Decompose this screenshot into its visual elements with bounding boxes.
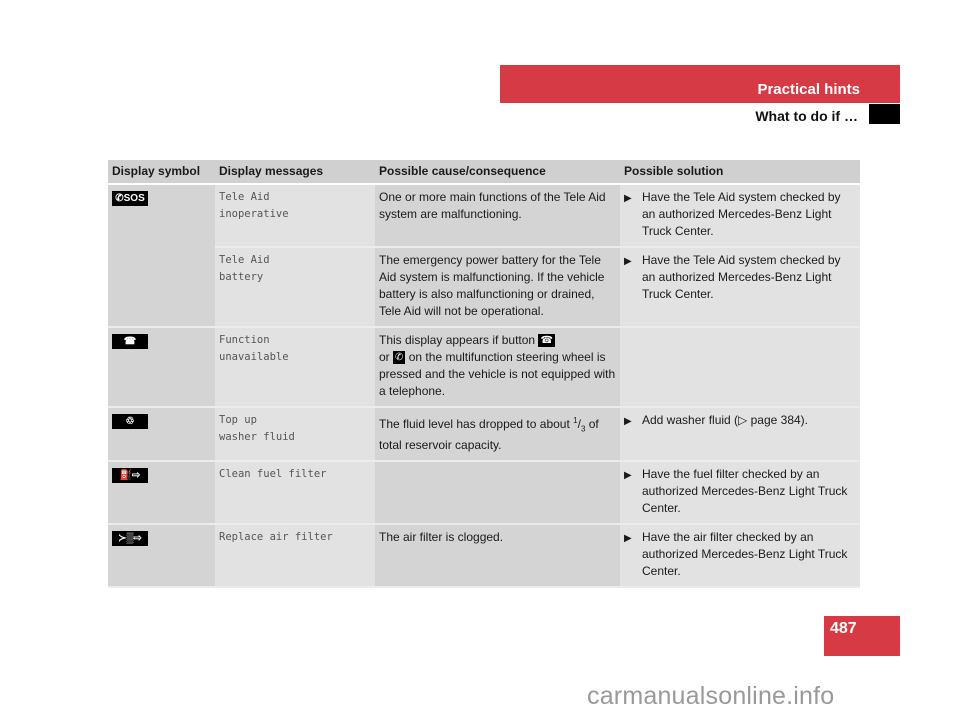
bullet-arrow-icon: ▶ [624, 533, 632, 545]
phone-hangup-icon: ☎ [112, 334, 148, 349]
cause-text-part: The fluid level has dropped to about [379, 417, 570, 431]
display-message: Clean fuel filter [219, 468, 327, 481]
display-message: Top up washer fluid [219, 414, 295, 443]
table-row: ♲ Top up washer fluid The fluid level ha… [108, 407, 860, 463]
table-row: Tele Aid battery The emergency power bat… [108, 247, 860, 328]
cause-text: This display appears if button ☎ or ✆ on… [375, 327, 620, 408]
solution-cell-empty [620, 327, 860, 408]
header-marker-block [869, 104, 900, 124]
column-header-symbol: Display symbol [108, 160, 215, 185]
bullet-arrow-icon: ▶ [624, 416, 632, 427]
cause-text: The fluid level has dropped to about 1/3… [375, 407, 620, 463]
cause-text-part: This display appears if button [379, 333, 536, 347]
watermark: carmanualsonline.info [587, 682, 835, 710]
solution-text: Have the Tele Aid system checked by an a… [642, 190, 841, 238]
column-header-cause: Possible cause/consequence [375, 160, 620, 185]
table-header-row: Display symbol Display messages Possible… [108, 160, 860, 185]
air-filter-icon: ≻▒⇨ [112, 531, 148, 547]
cause-text: The emergency power battery for the Tele… [375, 247, 620, 328]
column-header-solution: Possible solution [620, 160, 860, 185]
fuel-filter-icon: ⛽⇨ [112, 468, 148, 484]
cause-text: One or more main functions of the Tele A… [375, 184, 620, 248]
cause-text-part: or [379, 350, 390, 364]
display-messages-table: Display symbol Display messages Possible… [108, 160, 860, 589]
display-message: Tele Aid battery [219, 254, 270, 283]
cause-text-part: on the multifunction steering wheel is p… [379, 350, 616, 398]
washer-fluid-icon: ♲ [112, 414, 148, 429]
solution-text: Have the Tele Aid system checked by an a… [642, 253, 841, 301]
table-row: ☎ Function unavailable This display appe… [108, 327, 860, 408]
table-row: ≻▒⇨ Replace air filter The air filter is… [108, 524, 860, 589]
solution-text: Have the air filter checked by an author… [642, 530, 848, 579]
bullet-arrow-icon: ▶ [624, 256, 632, 267]
column-header-messages: Display messages [215, 160, 375, 185]
section-header-bar: Practical hints [500, 65, 900, 103]
phone-sos-icon: ✆SOS [112, 191, 148, 206]
phone-hangup-button-icon: ☎ [538, 334, 555, 348]
page-number-box: 487 [824, 616, 900, 656]
cause-text [375, 461, 620, 526]
solution-text: Have the fuel filter checked by an autho… [642, 467, 848, 516]
phone-pickup-button-icon: ✆ [393, 351, 406, 365]
cause-text: The air filter is clogged. [375, 524, 620, 589]
solution-text[interactable]: Add washer fluid (▷ page 384). [642, 412, 808, 430]
display-message: Replace air filter [219, 531, 333, 544]
section-title: Practical hints [757, 81, 860, 98]
fraction-numerator: 1 [573, 416, 578, 425]
section-subtitle: What to do if … [755, 108, 858, 124]
bullet-arrow-icon: ▶ [624, 470, 632, 482]
symbol-cell: ✆SOS [108, 184, 215, 328]
table-row: ✆SOS Tele Aid inoperative One or more ma… [108, 184, 860, 328]
table-row: ⛽⇨ Clean fuel filter ▶ Have the fuel filt… [108, 461, 860, 526]
page-number: 487 [830, 620, 857, 637]
display-message: Tele Aid inoperative [219, 191, 289, 220]
fraction-denominator: 3 [580, 424, 586, 434]
display-message: Function unavailable [219, 334, 289, 363]
bullet-arrow-icon: ▶ [624, 193, 632, 204]
